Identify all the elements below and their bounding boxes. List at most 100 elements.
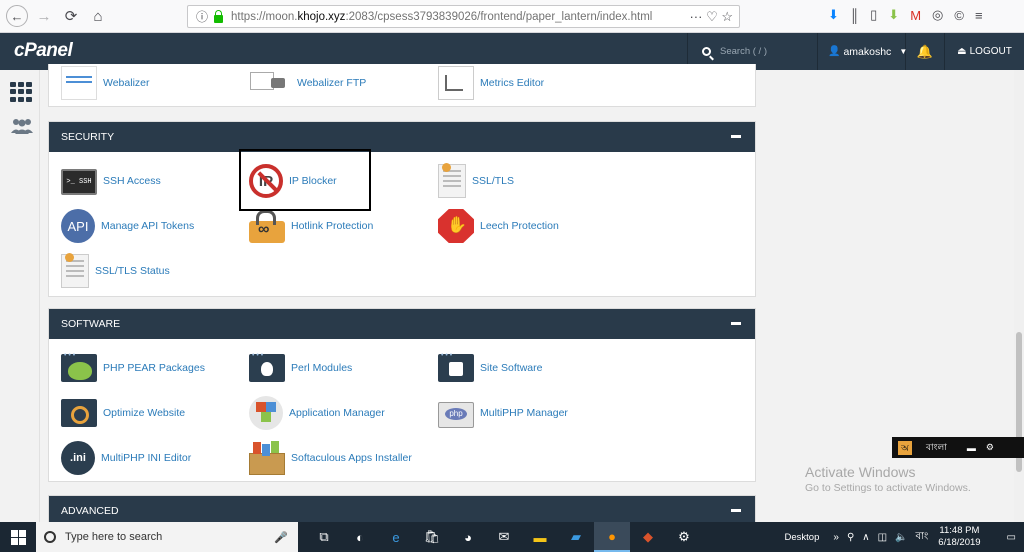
sidebar-icon[interactable]: ▯ [870, 7, 877, 23]
truck-icon [249, 66, 291, 100]
mail-icon[interactable]: ✉ [486, 522, 522, 552]
windows-icon [10, 529, 26, 545]
item-label: SSL/TLS Status [95, 265, 170, 277]
forward-icon[interactable]: → [33, 5, 55, 27]
settings-icon[interactable]: ⚙ [986, 442, 994, 453]
collapse-icon[interactable] [731, 135, 741, 138]
section-title: SECURITY [61, 131, 115, 143]
stop-hand-icon [438, 209, 474, 243]
cortana-icon [44, 531, 56, 543]
folder-icon[interactable]: ▬ [522, 522, 558, 552]
clock[interactable]: 11:48 PM 6/18/2019 [938, 525, 980, 549]
cpanel-logo[interactable]: cPanel [14, 40, 73, 62]
site-software-item[interactable]: Site Software [438, 349, 542, 387]
network-icon[interactable]: ◫ [878, 532, 887, 543]
input-language[interactable]: বাং [916, 529, 929, 546]
onion-icon [249, 352, 285, 382]
library-icon[interactable]: ║ [850, 8, 859, 23]
ini-icon: .ini [61, 441, 95, 475]
security-header[interactable]: SECURITY [49, 122, 755, 152]
user-menu[interactable]: 👤 amakoshc ▼ [818, 33, 907, 70]
download-icon[interactable]: ⬇ [828, 7, 839, 23]
collapse-icon[interactable] [731, 509, 741, 512]
gmail-icon[interactable]: M [910, 8, 921, 23]
username: amakoshc [843, 45, 892, 58]
multiphp-manager-item[interactable]: MultiPHP Manager [438, 394, 568, 432]
bell-icon[interactable]: 🔔 [906, 33, 945, 70]
extension2-icon[interactable]: ◎ [932, 7, 943, 23]
optimize-website-item[interactable]: Optimize Website [61, 394, 185, 432]
hotlink-protection-item[interactable]: Hotlink Protection [249, 207, 373, 245]
menu-icon[interactable]: ≡ [975, 8, 983, 23]
item-label: Perl Modules [291, 362, 353, 374]
desktop-toolbar[interactable]: Desktop [785, 532, 820, 543]
item-label: Webalizer [103, 77, 150, 89]
keyboard-icon[interactable]: ▬ [967, 443, 976, 453]
software-header[interactable]: SOFTWARE [49, 309, 755, 339]
users-icon[interactable] [10, 117, 33, 137]
url-text[interactable]: https://moon.khojo.xyz:2083/cpsess379383… [231, 11, 652, 23]
padlock-link-icon [249, 210, 285, 243]
ssl-tls-item[interactable]: SSL/TLS [438, 162, 514, 200]
webalizer-item[interactable]: Webalizer [61, 64, 150, 102]
address-bar[interactable]: ⓘ https://moon.khojo.xyz:2083/cpsess3793… [187, 5, 740, 28]
microphone-icon[interactable]: 🎤 [274, 531, 288, 544]
edge-icon[interactable]: e [378, 522, 414, 552]
app2-icon[interactable]: ◕ [450, 522, 486, 552]
taskbar-search[interactable]: Type here to search 🎤 [36, 522, 298, 552]
php-pear-packages-item[interactable]: PHP PEAR Packages [61, 349, 205, 387]
chart-icon [438, 66, 474, 100]
logout-icon: ⏏ [957, 46, 967, 57]
metrics-editor-item[interactable]: Metrics Editor [438, 64, 544, 102]
softaculous-item[interactable]: Softaculous Apps Installer [249, 439, 412, 477]
ssh-access-item[interactable]: >_ SSH SSH Access [61, 162, 161, 200]
ssl-tls-status-item[interactable]: SSL/TLS Status [61, 252, 170, 290]
info-icon[interactable]: ⓘ [196, 8, 208, 25]
language-bar[interactable]: অ বাংলা ▬ ⚙ [892, 437, 1024, 458]
back-icon[interactable]: ← [6, 5, 28, 27]
webalizer-ftp-item[interactable]: Webalizer FTP [249, 64, 366, 102]
app4-icon[interactable]: ◆ [630, 522, 666, 552]
home-grid-icon[interactable] [10, 82, 32, 102]
manage-api-tokens-item[interactable]: API Manage API Tokens [61, 207, 194, 245]
toolbar-icons: ⬇ ║ ▯ ⬇ M ◎ © ≡ [828, 7, 983, 23]
clock-date: 6/18/2019 [938, 537, 981, 548]
item-label: SSH Access [103, 175, 161, 187]
firefox-icon[interactable]: ● [594, 522, 630, 552]
notification-icon[interactable]: ▭ [1007, 532, 1016, 543]
perl-modules-item[interactable]: Perl Modules [249, 349, 352, 387]
application-manager-item[interactable]: Application Manager [249, 394, 385, 432]
multiphp-ini-editor-item[interactable]: .ini MultiPHP INI Editor [61, 439, 191, 477]
start-button[interactable] [0, 522, 36, 552]
leech-protection-item[interactable]: Leech Protection [438, 207, 559, 245]
reload-icon[interactable]: ⟳ [60, 5, 82, 27]
page-actions[interactable]: ··· ♡ ☆ [689, 9, 733, 25]
extension-icon[interactable]: ⬇ [888, 7, 899, 23]
item-label: Leech Protection [480, 220, 559, 232]
extension3-icon[interactable]: © [954, 8, 964, 23]
app-icon[interactable]: ◐ [342, 522, 378, 552]
advanced-panel: ADVANCED [48, 495, 756, 526]
volume-icon[interactable]: 🔈 [895, 532, 907, 543]
chevron-up-icon[interactable]: ∧ [862, 532, 869, 543]
expand-icon[interactable]: » [833, 532, 839, 543]
watermark-subtitle: Go to Settings to activate Windows. [805, 482, 971, 494]
store-icon[interactable]: 🛍 [414, 522, 450, 552]
watermark-title: Activate Windows [805, 464, 916, 480]
settings-gear-icon[interactable]: ⚙ [666, 522, 702, 552]
item-label: PHP PEAR Packages [103, 362, 205, 374]
collapse-icon[interactable] [731, 322, 741, 325]
box-icon [249, 442, 285, 475]
app3-icon[interactable]: ▰ [558, 522, 594, 552]
software-panel: SOFTWARE PHP PEAR Packages Perl Modules … [48, 308, 756, 482]
item-label: Optimize Website [103, 407, 186, 419]
section-title: SOFTWARE [61, 318, 121, 330]
task-view-icon[interactable]: ⧉ [306, 522, 342, 552]
search-input[interactable] [720, 41, 810, 62]
home-icon[interactable]: ⌂ [87, 5, 109, 27]
people-icon[interactable]: ⚲ [847, 532, 854, 543]
logout-button[interactable]: ⏏ LOGOUT [945, 33, 1024, 70]
certificate-status-icon [61, 253, 89, 288]
item-label: MultiPHP Manager [480, 407, 568, 419]
taskbar: Type here to search 🎤 ⧉ ◐ e 🛍 ◕ ✉ ▬ ▰ ● … [0, 522, 1024, 552]
